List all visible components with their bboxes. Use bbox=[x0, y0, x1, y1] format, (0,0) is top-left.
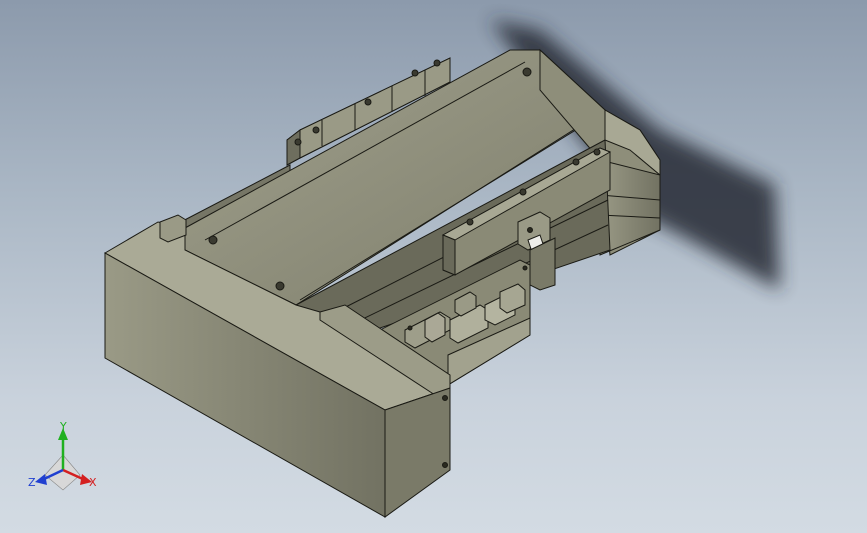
x-axis-label: X bbox=[89, 476, 97, 489]
z-axis-arrow bbox=[35, 474, 47, 485]
3d-viewport[interactable]: Y X Z bbox=[0, 0, 867, 533]
cad-model[interactable]: Y X Z bbox=[0, 0, 867, 533]
z-axis-label: Z bbox=[28, 476, 36, 489]
axis-triad[interactable]: Y X Z bbox=[28, 420, 97, 491]
y-axis-label: Y bbox=[59, 420, 67, 433]
